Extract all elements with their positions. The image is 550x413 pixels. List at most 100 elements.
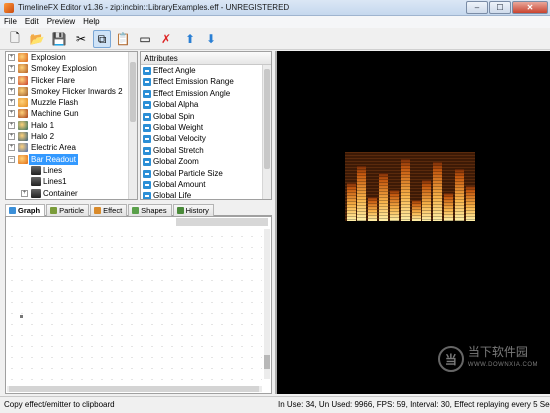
- tree-item[interactable]: + Muzzle Flash: [6, 97, 137, 108]
- tree-item-label: Electric Area: [31, 143, 76, 153]
- attributes-scrollbar[interactable]: [262, 65, 271, 199]
- effect-icon: [18, 64, 28, 74]
- attributes-scroll-thumb[interactable]: [264, 69, 270, 169]
- copy-button[interactable]: ⧉: [93, 30, 111, 48]
- tree-item[interactable]: + Explosion: [6, 52, 137, 63]
- attribute-graph-icon: [143, 135, 151, 144]
- new-button[interactable]: 🗋: [6, 30, 24, 48]
- graph-horizontal-scrollbar[interactable]: [7, 386, 262, 392]
- tree-item[interactable]: + Container: [6, 188, 137, 199]
- attribute-item[interactable]: Effect Angle: [141, 65, 271, 76]
- tree-item-label: Container: [43, 188, 78, 198]
- attribute-label: Effect Angle: [153, 66, 196, 75]
- expand-toggle-icon[interactable]: +: [8, 99, 15, 107]
- tree-item[interactable]: Lines1: [6, 176, 137, 187]
- cut-button[interactable]: ✂: [72, 30, 90, 48]
- tree-item[interactable]: – Bar Readout: [6, 153, 137, 165]
- expand-toggle-icon[interactable]: +: [8, 54, 15, 61]
- attribute-label: Effect Emission Angle: [153, 88, 231, 98]
- menu-file[interactable]: File: [0, 16, 21, 28]
- attribute-item[interactable]: Global Velocity: [141, 133, 271, 144]
- attribute-item[interactable]: Global Life: [141, 190, 271, 200]
- tree-item-label: Lines1: [43, 177, 67, 187]
- tree-item[interactable]: + Smokey Explosion: [6, 63, 137, 74]
- attribute-graph-icon: [143, 158, 151, 167]
- menu-preview[interactable]: Preview: [43, 16, 79, 28]
- readout-bar: [400, 159, 410, 221]
- attribute-item[interactable]: Global Zoom: [141, 156, 271, 167]
- move-up-icon: ⬆: [184, 32, 196, 46]
- attribute-label: Global Velocity: [153, 134, 206, 144]
- expand-toggle-icon[interactable]: +: [8, 110, 15, 118]
- move-up-button[interactable]: ⬆: [181, 30, 199, 48]
- tree-item-label: Smokey Explosion: [31, 64, 97, 74]
- tab-history[interactable]: History: [172, 204, 214, 216]
- watermark: 当 当下软件园 WWW.DOWNXIA.COM: [437, 346, 538, 372]
- readout-bar: [433, 162, 443, 221]
- tree-item[interactable]: + Halo 2: [6, 131, 137, 142]
- delete-button[interactable]: ✗: [157, 30, 175, 48]
- expand-toggle-icon[interactable]: +: [8, 144, 15, 152]
- tree-item[interactable]: + Smokey Flicker Inwards 2: [6, 86, 137, 97]
- effect-icon: [18, 120, 28, 130]
- graph-node[interactable]: [20, 315, 23, 318]
- expand-toggle-icon[interactable]: +: [21, 189, 28, 197]
- expand-toggle-icon[interactable]: +: [8, 133, 15, 141]
- menu-help[interactable]: Help: [79, 16, 103, 28]
- graph-vscroll-thumb[interactable]: [264, 355, 270, 369]
- graph-editor[interactable]: [5, 216, 272, 394]
- attribute-label: Global Life: [153, 191, 192, 200]
- save-button[interactable]: 💾: [50, 30, 68, 48]
- attribute-label: Global Amount: [153, 179, 206, 189]
- tab-effect[interactable]: Effect: [90, 204, 128, 216]
- effect-icon: [18, 98, 28, 108]
- clone-button[interactable]: ▭: [136, 30, 154, 48]
- effects-tree: + Explosion + Smokey Explosion + Flicker Flar…: [5, 51, 138, 200]
- expand-toggle-icon[interactable]: +: [8, 87, 15, 95]
- maximize-button[interactable]: ☐: [489, 1, 511, 14]
- attribute-item[interactable]: Global Spin: [141, 111, 271, 122]
- tree-item[interactable]: + Halo 1: [6, 120, 137, 131]
- editor-tabs: Graph Particle Effect Shapes History: [5, 204, 272, 216]
- graph-vertical-scrollbar[interactable]: [264, 229, 270, 379]
- tree-scrollbar[interactable]: [128, 52, 137, 199]
- tab-graph[interactable]: Graph: [5, 204, 46, 216]
- expand-toggle-icon[interactable]: +: [8, 76, 15, 84]
- attribute-item[interactable]: Global Weight: [141, 122, 271, 133]
- tree-item-label: Muzzle Flash: [31, 98, 79, 108]
- tab-graph-icon: [9, 207, 16, 214]
- paste-button[interactable]: 📋: [114, 30, 132, 48]
- tree-item[interactable]: + Flicker Flare: [6, 75, 137, 86]
- graph-range-bar[interactable]: [176, 218, 268, 226]
- attribute-item[interactable]: Effect Emission Angle: [141, 88, 271, 99]
- expand-toggle-icon[interactable]: –: [8, 155, 15, 163]
- expand-toggle-icon[interactable]: +: [8, 65, 15, 73]
- tab-shapes[interactable]: Shapes: [128, 204, 172, 216]
- effect-preview[interactable]: 当 当下软件园 WWW.DOWNXIA.COM: [275, 51, 550, 394]
- graph-grid[interactable]: [7, 231, 262, 393]
- tab-shapes-icon: [132, 207, 140, 214]
- attribute-item[interactable]: Global Stretch: [141, 145, 271, 156]
- tree-item[interactable]: + Machine Gun: [6, 108, 137, 119]
- tree-item[interactable]: + Electric Area: [6, 142, 137, 153]
- effect-icon: [18, 109, 28, 119]
- tab-particle[interactable]: Particle: [46, 204, 90, 216]
- expand-toggle-icon[interactable]: +: [8, 121, 15, 129]
- tree-item[interactable]: Lines: [6, 165, 137, 176]
- minimize-button[interactable]: –: [466, 1, 488, 14]
- readout-bar: [368, 197, 378, 221]
- emitter-icon: [31, 177, 41, 187]
- open-button[interactable]: 📂: [28, 30, 46, 48]
- tree-scroll-thumb[interactable]: [130, 62, 136, 122]
- tree-item[interactable]: +Monitor Readout: [6, 199, 137, 200]
- close-button[interactable]: ✕: [512, 1, 548, 14]
- attribute-item[interactable]: Global Particle Size: [141, 168, 271, 179]
- attribute-item[interactable]: Global Alpha: [141, 99, 271, 110]
- attribute-item[interactable]: Effect Emission Range: [141, 76, 271, 87]
- graph-hscroll-thumb[interactable]: [9, 386, 259, 392]
- attribute-item[interactable]: Global Amount: [141, 179, 271, 190]
- readout-bar: [444, 193, 453, 221]
- menu-edit[interactable]: Edit: [21, 16, 43, 28]
- attribute-label: Global Weight: [153, 122, 204, 132]
- move-down-button[interactable]: ⬇: [202, 30, 220, 48]
